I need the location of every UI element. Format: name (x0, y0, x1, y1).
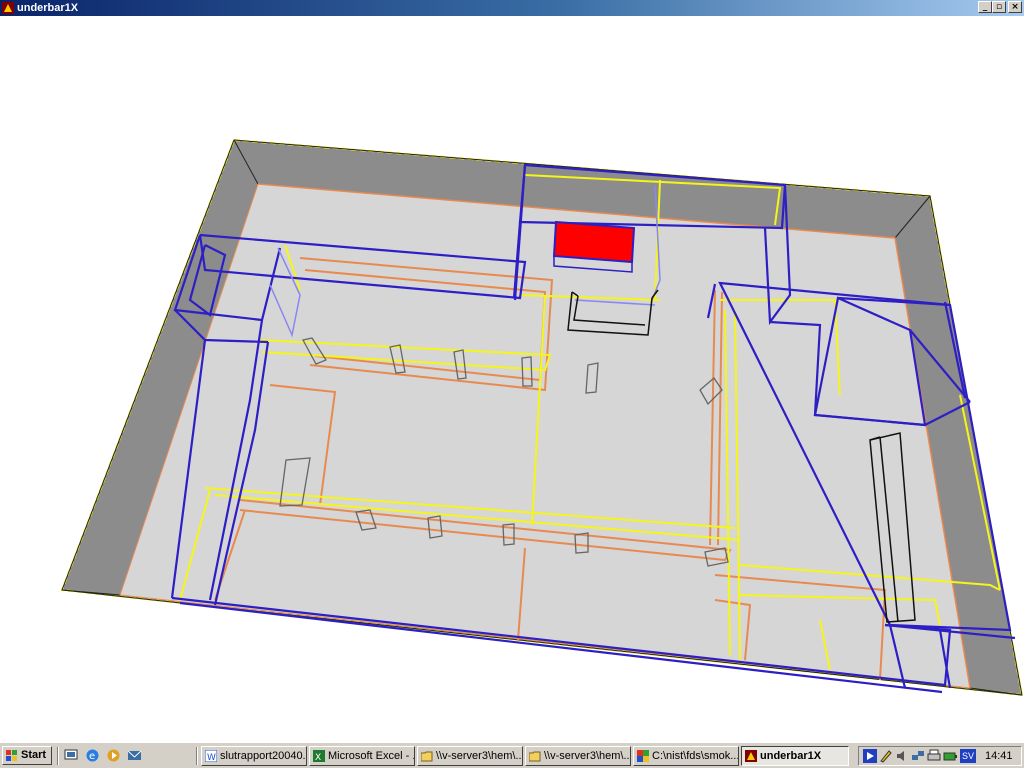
taskbar-button-word-report[interactable]: W slutrapport20040... (201, 746, 307, 766)
media-play-icon[interactable] (863, 749, 877, 763)
folder-icon (529, 751, 541, 762)
windows-flag-icon (6, 750, 17, 761)
media-player-icon[interactable] (106, 748, 121, 763)
outlook-icon[interactable] (127, 748, 142, 763)
internet-explorer-icon[interactable]: e (85, 748, 100, 763)
pen-tool-icon[interactable] (879, 749, 893, 763)
taskbar-button-folder-1[interactable]: \\v-server3\hem\... (417, 746, 523, 766)
floor (120, 184, 970, 688)
printer-icon[interactable] (927, 749, 941, 763)
svg-text:X: X (315, 753, 321, 762)
smokeview-icon (745, 750, 757, 762)
smokeview-3d-viewport[interactable] (0, 16, 1024, 742)
minimize-button[interactable]: _ (978, 1, 992, 13)
start-label: Start (21, 749, 47, 761)
taskbar-button-smokeview[interactable]: underbar1X (741, 746, 849, 766)
windows-taskbar: Start e W slutrapport20040... X Microsof… (0, 742, 1024, 768)
taskbar-button-console[interactable]: C:\nist\fds\smok... (633, 746, 739, 766)
taskbar-separator (196, 747, 198, 765)
close-button[interactable]: × (1008, 1, 1022, 13)
window-title: underbar1X (17, 2, 79, 14)
word-document-icon: W (205, 750, 217, 762)
folder-icon (421, 751, 433, 762)
excel-icon: X (313, 750, 325, 762)
taskbar-button-excel[interactable]: X Microsoft Excel - ... (309, 746, 415, 766)
volume-icon[interactable] (895, 749, 909, 763)
battery-icon[interactable] (943, 749, 957, 763)
taskbar-separator (57, 747, 59, 765)
smokeview-app-icon[interactable] (2, 2, 14, 14)
svg-text:e: e (89, 751, 95, 762)
window-titlebar: underbar1X _ ▫ × (0, 0, 1024, 16)
svg-text:W: W (207, 753, 216, 762)
fire-burner (552, 220, 636, 264)
maximize-button[interactable]: ▫ (992, 1, 1006, 13)
console-icon (637, 750, 649, 762)
language-indicator[interactable]: SV (960, 749, 976, 763)
building-model-render (60, 138, 1024, 697)
clock[interactable]: 14:41 (985, 747, 1013, 765)
show-desktop-icon[interactable] (64, 748, 79, 763)
network-icon[interactable] (911, 749, 925, 763)
taskbar-button-folder-2[interactable]: \\v-server3\hem\... (525, 746, 631, 766)
start-button[interactable]: Start (2, 746, 52, 765)
system-tray: SV 14:41 (858, 746, 1022, 766)
